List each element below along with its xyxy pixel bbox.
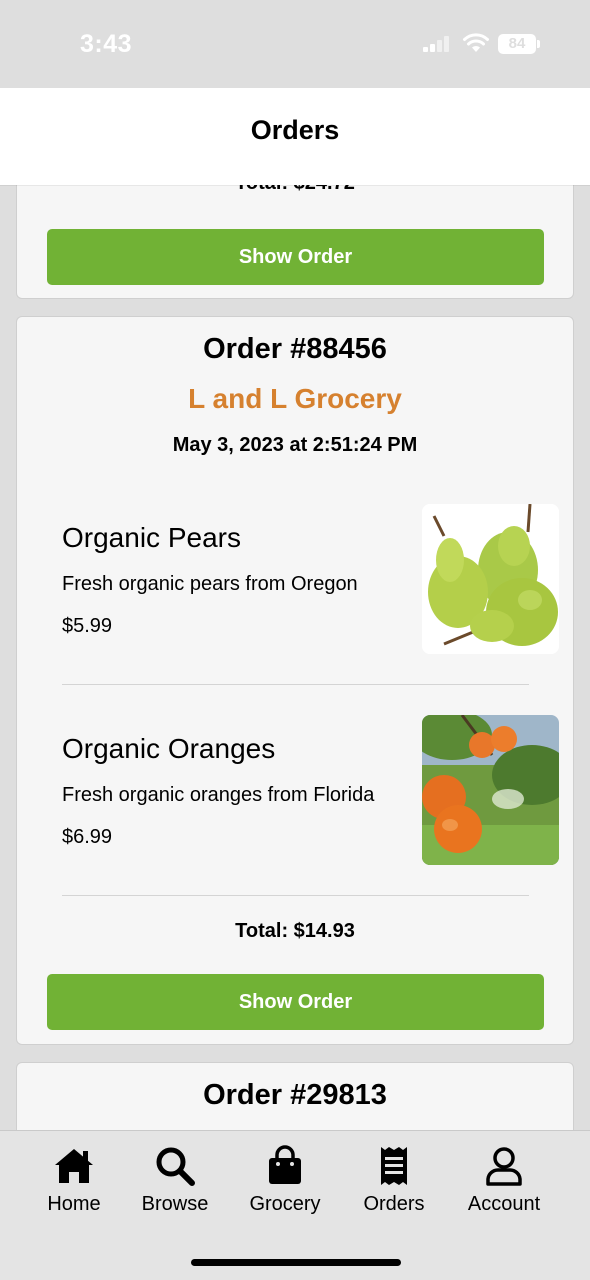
tab-account[interactable]: Account	[449, 1145, 559, 1225]
search-icon	[156, 1147, 195, 1186]
status-time: 3:43	[80, 30, 133, 58]
item-divider	[62, 895, 529, 896]
order-date: May 3, 2023 at 2:51:24 PM	[172, 434, 418, 456]
order-total: Total: $14.93	[235, 920, 355, 942]
item-description: Fresh organic pears from Oregon	[62, 573, 358, 595]
home-icon	[55, 1149, 93, 1183]
show-order-button[interactable]: Show Order	[47, 974, 544, 1030]
tab-label: Orders	[363, 1193, 425, 1215]
order-total: Total: $24.72	[17, 185, 573, 195]
tab-browse[interactable]: Browse	[120, 1145, 230, 1225]
order-card: Order #88456 L and L Grocery May 3, 2023…	[16, 316, 574, 1045]
page-title: Orders	[250, 115, 340, 145]
item-name: Organic Pears	[62, 522, 241, 553]
order-card-next: Order #29813	[16, 1062, 574, 1130]
store-name: L and L Grocery	[188, 383, 402, 414]
cellular-signal-icon	[423, 36, 449, 52]
orders-list[interactable]: Total: $24.72 Show Order Order #88456 L …	[0, 185, 590, 1130]
receipt-icon	[381, 1147, 407, 1185]
tab-label: Browse	[141, 1193, 209, 1215]
tab-grocery[interactable]: Grocery	[230, 1145, 340, 1225]
battery-icon: 84	[498, 34, 540, 54]
item-divider	[62, 684, 529, 685]
tab-bar: Home Browse Grocery Orders Account	[0, 1130, 590, 1280]
item-name: Organic Oranges	[62, 733, 276, 764]
battery-level: 84	[508, 35, 526, 52]
order-number: Order #29813	[203, 1079, 387, 1111]
person-icon	[486, 1147, 522, 1186]
home-indicator[interactable]	[191, 1259, 401, 1266]
navigation-header: Orders	[0, 88, 590, 185]
tab-label: Account	[467, 1193, 541, 1215]
order-card-previous: Total: $24.72 Show Order	[16, 185, 574, 299]
tab-home[interactable]: Home	[19, 1145, 129, 1225]
tab-orders[interactable]: Orders	[339, 1145, 449, 1225]
oranges-image	[422, 715, 559, 865]
order-number: Order #88456	[203, 333, 387, 365]
item-description: Fresh organic oranges from Florida	[62, 784, 375, 806]
status-bar: 3:43 84	[0, 0, 590, 88]
item-price: $6.99	[62, 826, 113, 848]
show-order-button[interactable]: Show Order	[47, 229, 544, 285]
pears-image	[422, 504, 559, 654]
tab-label: Grocery	[249, 1193, 321, 1215]
item-price: $5.99	[62, 615, 113, 637]
shopping-bag-icon	[269, 1145, 301, 1184]
wifi-icon	[463, 33, 489, 52]
tab-label: Home	[47, 1193, 101, 1215]
